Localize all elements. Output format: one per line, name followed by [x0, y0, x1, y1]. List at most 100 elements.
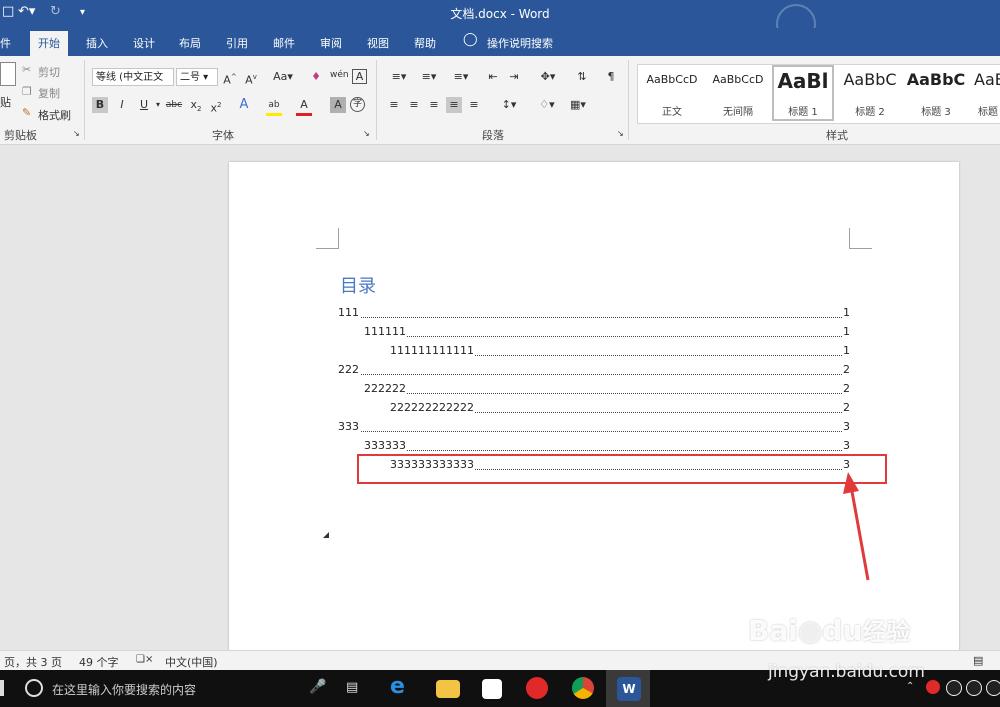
toc-entry[interactable]: 111111 1	[364, 323, 850, 341]
paste-button[interactable]: 贴	[0, 94, 11, 110]
font-size-select[interactable]: 二号 ▾	[176, 68, 218, 86]
tab-file[interactable]: 件	[0, 35, 11, 51]
proofing-icon[interactable]: ❏×	[136, 654, 153, 665]
toc-entry-page: 2	[843, 382, 850, 395]
borders-icon[interactable]: ▦▾	[565, 97, 591, 113]
tab-design[interactable]: 设计	[133, 35, 155, 51]
style-heading-3[interactable]: AaBbC 标题 3	[904, 65, 968, 121]
watermark-brand-cn: 经验	[862, 618, 911, 646]
microphone-icon[interactable]: 🎤	[309, 679, 326, 695]
bold-icon[interactable]: B	[92, 97, 108, 113]
align-center-icon[interactable]: ≡	[406, 97, 422, 113]
multilevel-list-icon[interactable]: ≡▾	[448, 69, 474, 85]
qq-icon[interactable]	[966, 680, 982, 696]
toc-entry[interactable]: 333 3	[338, 418, 850, 436]
subscript-icon[interactable]: x2	[188, 97, 204, 113]
tab-review[interactable]: 审阅	[320, 35, 342, 51]
qq-icon[interactable]	[986, 680, 1000, 696]
taskbar-search-input[interactable]: 在这里输入你要搜索的内容	[52, 681, 196, 698]
strikethrough-icon[interactable]: abc	[164, 97, 184, 113]
toc-entry[interactable]: 333333 3	[364, 437, 850, 455]
font-launcher-icon[interactable]: ↘	[363, 129, 370, 138]
read-mode-icon[interactable]: ▤	[973, 654, 983, 667]
page-count[interactable]: 页，共 3 页	[4, 654, 62, 670]
toc-entry[interactable]: 222222222222 2	[390, 399, 850, 417]
change-case-icon[interactable]: Aa▾	[270, 69, 296, 85]
toc-entry-page: 1	[843, 325, 850, 338]
font-color-icon[interactable]: A	[296, 97, 312, 116]
paragraph-launcher-icon[interactable]: ↘	[617, 129, 624, 138]
tab-references[interactable]: 引用	[226, 35, 248, 51]
cortana-icon[interactable]	[25, 679, 43, 697]
align-right-icon[interactable]: ≡	[426, 97, 442, 113]
file-explorer-icon[interactable]	[436, 680, 460, 698]
numbering-icon[interactable]: ≡▾	[416, 69, 442, 85]
toc-entry-page: 3	[843, 420, 850, 433]
toc-entry[interactable]: 222 2	[338, 361, 850, 379]
show-marks-icon[interactable]: ¶	[603, 69, 619, 85]
chrome-icon[interactable]	[572, 677, 594, 699]
start-button-icon[interactable]	[0, 680, 4, 696]
style-title[interactable]: AaB 标题	[970, 65, 1000, 121]
sort-icon[interactable]: ⇅	[574, 69, 590, 85]
clipboard-launcher-icon[interactable]: ↘	[73, 129, 80, 138]
cut-button[interactable]: 剪切	[38, 64, 60, 80]
grow-font-icon[interactable]: A^	[222, 69, 238, 87]
toc-entry[interactable]: 111111111111 1	[390, 342, 850, 360]
style-normal[interactable]: AaBbCcD 正文	[640, 65, 704, 121]
toc-leader	[338, 374, 842, 375]
toc-entry-text: 222222222222	[390, 401, 475, 414]
highlight-color-icon[interactable]: ab	[266, 97, 282, 116]
shading-icon[interactable]: ♢▾	[534, 97, 560, 113]
qq-icon[interactable]	[946, 680, 962, 696]
word-count[interactable]: 49 个字	[79, 654, 119, 670]
tab-layout[interactable]: 布局	[179, 35, 201, 51]
toc-entry[interactable]: 111 1	[338, 304, 850, 322]
language-status[interactable]: 中文(中国)	[165, 654, 218, 670]
clear-format-icon[interactable]: ♦	[308, 69, 324, 85]
toc-entry-page: 1	[843, 344, 850, 357]
shrink-font-icon[interactable]: Av	[243, 69, 259, 87]
phonetic-guide-icon[interactable]: wén	[330, 67, 349, 83]
justify-icon[interactable]: ≡	[446, 97, 462, 113]
character-border-icon[interactable]: A	[352, 69, 367, 84]
tell-me-search[interactable]: 操作说明搜索	[487, 35, 553, 51]
paste-icon[interactable]	[0, 62, 16, 86]
line-spacing-icon[interactable]: ↕▾	[496, 97, 522, 113]
tab-insert[interactable]: 插入	[86, 35, 108, 51]
toc-leader	[338, 431, 842, 432]
tab-view[interactable]: 视图	[367, 35, 389, 51]
format-painter-button[interactable]: 格式刷	[38, 107, 71, 123]
increase-indent-icon[interactable]: ⇥	[506, 69, 522, 85]
character-shading-icon[interactable]: A	[330, 97, 346, 113]
chinese-layout-icon[interactable]: ✥▾	[535, 69, 561, 85]
task-view-icon[interactable]: ▤	[346, 680, 358, 695]
distributed-icon[interactable]: ≡	[466, 97, 482, 113]
scissors-icon: ✂	[22, 63, 32, 76]
style-heading-1[interactable]: AaBl 标题 1	[772, 65, 834, 121]
bullets-icon[interactable]: ≡▾	[386, 69, 412, 85]
decrease-indent-icon[interactable]: ⇤	[485, 69, 501, 85]
superscript-icon[interactable]: x2	[208, 97, 224, 115]
style-sample: AaBbC	[906, 70, 966, 89]
style-no-spacing[interactable]: AaBbCcD 无间隔	[706, 65, 770, 121]
align-left-icon[interactable]: ≡	[386, 97, 402, 113]
text-effects-icon[interactable]: A	[236, 97, 252, 113]
show-hidden-icons-icon[interactable]: ⌃	[906, 681, 914, 692]
style-heading-2[interactable]: AaBbC 标题 2	[838, 65, 902, 121]
italic-icon[interactable]: I	[114, 97, 130, 113]
netease-music-icon[interactable]	[526, 677, 548, 699]
tab-help[interactable]: 帮助	[414, 35, 436, 51]
copy-button[interactable]: 复制	[38, 85, 60, 101]
tray-app-icon[interactable]	[926, 680, 940, 694]
toc-entry[interactable]: 222222 2	[364, 380, 850, 398]
font-group-label: 字体	[212, 129, 234, 142]
edge-icon[interactable]: e	[390, 674, 414, 699]
tab-mailings[interactable]: 邮件	[273, 35, 295, 51]
store-icon[interactable]	[482, 679, 502, 699]
tab-home[interactable]: 开始	[30, 31, 68, 57]
font-name-select[interactable]: 等线 (中文正文	[92, 68, 174, 86]
word-icon[interactable]: W	[617, 677, 641, 701]
enclose-characters-icon[interactable]: 字	[350, 97, 365, 112]
document-page[interactable]: 目录 111 1 111111 1 111111111111 1 222 2 2…	[229, 162, 959, 662]
